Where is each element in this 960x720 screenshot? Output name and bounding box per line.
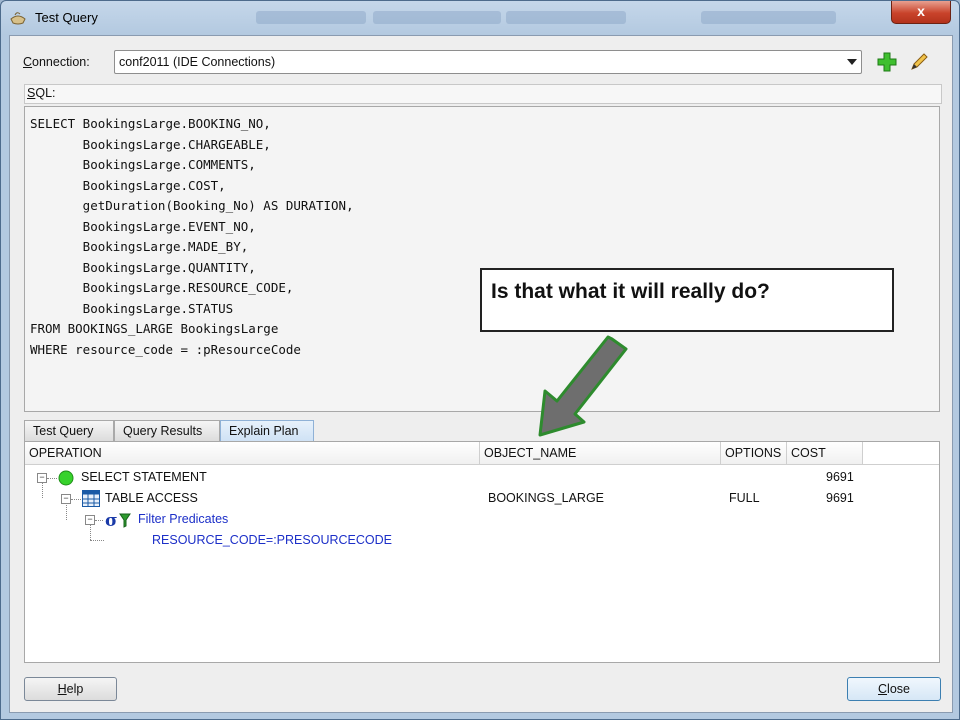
blurred-title-text	[506, 11, 626, 24]
sql-text[interactable]: SELECT BookingsLarge.BOOKING_NO, Booking…	[30, 114, 354, 360]
explain-plan-table: OPERATION OBJECT_NAME OPTIONS COST − SEL…	[24, 441, 940, 663]
tab-explain-plan[interactable]: Explain Plan	[220, 420, 314, 441]
predicate-cell: RESOURCE_CODE=:PRESOURCECODE	[152, 533, 392, 547]
sql-label: SQL:	[27, 86, 56, 100]
window-title: Test Query	[35, 10, 98, 25]
annotation-text: Is that what it will really do?	[491, 280, 770, 303]
sql-editor[interactable]: SELECT BookingsLarge.BOOKING_NO, Booking…	[24, 106, 940, 412]
tree-connector	[71, 499, 81, 500]
close-button[interactable]: Close	[847, 677, 941, 701]
table-header: OPERATION OBJECT_NAME OPTIONS COST	[25, 442, 939, 465]
close-icon: x	[917, 3, 925, 19]
column-header-object-name[interactable]: OBJECT_NAME	[480, 442, 721, 464]
table-row[interactable]: RESOURCE_CODE=:PRESOURCECODE	[25, 531, 939, 551]
blurred-title-text	[373, 11, 501, 24]
connection-label: Connection:	[23, 55, 90, 69]
dialog-content: Connection: conf2011 (IDE Connections) S…	[9, 35, 953, 713]
column-header-operation[interactable]: OPERATION	[25, 442, 480, 464]
test-query-window: Test Query x Connection: conf2011 (IDE C…	[0, 0, 960, 720]
help-button[interactable]: Help	[24, 677, 117, 701]
svg-text:σ: σ	[105, 511, 118, 529]
tree-connector	[95, 520, 103, 521]
filter-predicates-icon: σ	[105, 511, 131, 529]
green-plus-icon[interactable]	[876, 51, 898, 73]
select-statement-icon	[58, 470, 74, 486]
collapse-icon[interactable]: −	[37, 473, 47, 483]
help-button-label: Help	[57, 682, 84, 696]
column-header-options[interactable]: OPTIONS	[721, 442, 787, 464]
tree-connector	[47, 478, 57, 479]
collapse-icon[interactable]: −	[61, 494, 71, 504]
blurred-title-text	[701, 11, 836, 24]
tab-query-results[interactable]: Query Results	[114, 420, 220, 441]
operation-cell: SELECT STATEMENT	[81, 470, 207, 484]
connection-value: conf2011 (IDE Connections)	[119, 55, 276, 69]
column-header-cost[interactable]: COST	[787, 442, 863, 464]
chevron-down-icon[interactable]	[847, 59, 857, 65]
connection-dropdown[interactable]: conf2011 (IDE Connections)	[114, 50, 862, 74]
blurred-title-text	[256, 11, 366, 24]
options-cell: FULL	[729, 491, 760, 505]
table-row[interactable]: − SELECT STATEMENT 9691	[25, 468, 939, 488]
table-row[interactable]: − TABLE ACCESS BOOKINGS_LARGE FULL 9691	[25, 489, 939, 509]
app-icon	[10, 12, 26, 25]
annotation-callout: Is that what it will really do?	[480, 268, 894, 332]
table-icon	[82, 490, 100, 507]
sql-label-bar: SQL:	[24, 84, 942, 104]
object-name-cell: BOOKINGS_LARGE	[488, 491, 605, 505]
annotation-arrow-icon	[538, 335, 628, 437]
pencil-icon[interactable]	[908, 51, 930, 73]
operation-cell: Filter Predicates	[138, 512, 229, 526]
cost-cell: 9691	[826, 491, 854, 505]
window-close-button[interactable]: x	[891, 1, 951, 24]
operation-cell: TABLE ACCESS	[105, 491, 198, 505]
cost-cell: 9691	[826, 470, 854, 484]
title-bar: Test Query x	[1, 1, 959, 35]
tab-test-query[interactable]: Test Query	[24, 420, 114, 441]
collapse-icon[interactable]: −	[85, 515, 95, 525]
close-button-label: Close	[878, 682, 910, 696]
table-row[interactable]: − σ Filter Predicates	[25, 510, 939, 530]
